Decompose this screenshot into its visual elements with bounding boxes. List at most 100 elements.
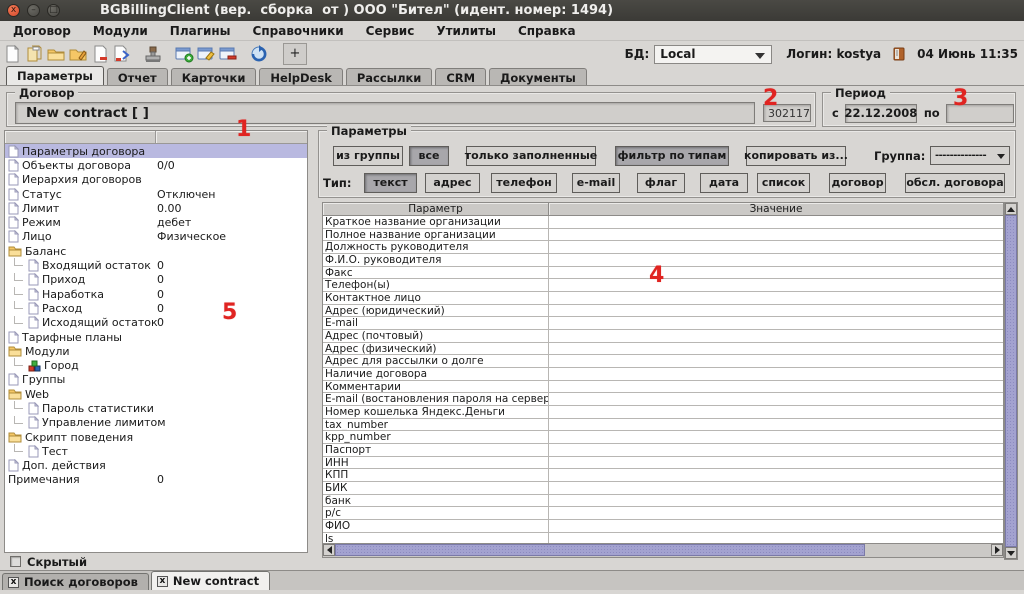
tree-header-col1[interactable] xyxy=(5,131,156,143)
type-button-текст[interactable]: текст xyxy=(364,173,417,193)
scroll-right-icon[interactable] xyxy=(991,544,1003,556)
tree-item-лицо[interactable]: ЛицоФизическое xyxy=(5,230,307,244)
table-row[interactable]: Должность руководителя xyxy=(323,241,1003,254)
contract-name-field[interactable]: New contract [ ] xyxy=(15,102,755,124)
type-button-адрес[interactable]: адрес xyxy=(425,173,480,193)
column-header-value[interactable]: Значение xyxy=(549,203,1003,215)
column-header-parameter[interactable]: Параметр xyxy=(323,203,549,215)
tab-карточки[interactable]: Карточки xyxy=(171,68,257,85)
tree-item-статус[interactable]: СтатусОтключен xyxy=(5,187,307,201)
horizontal-scroll-thumb[interactable] xyxy=(335,544,865,556)
type-button-договор[interactable]: договор xyxy=(829,173,886,193)
refresh-icon[interactable] xyxy=(249,44,269,64)
tree-item-тарифные-планы[interactable]: Тарифные планы xyxy=(5,330,307,344)
table-row[interactable]: банк xyxy=(323,495,1003,508)
tab-рассылки[interactable]: Рассылки xyxy=(346,68,433,85)
table-row[interactable]: р/с xyxy=(323,507,1003,520)
table-row[interactable]: БИК xyxy=(323,482,1003,495)
table-row[interactable]: tax_number xyxy=(323,419,1003,432)
edit-window-icon[interactable] xyxy=(196,44,216,64)
table-row[interactable]: Комментарии xyxy=(323,381,1003,394)
parameter-value-cell[interactable] xyxy=(549,216,1003,228)
scroll-left-icon[interactable] xyxy=(323,544,335,556)
table-row[interactable]: kpp_number xyxy=(323,431,1003,444)
parameter-value-cell[interactable] xyxy=(549,495,1003,507)
tree-item-наработка[interactable]: Наработка0 xyxy=(5,287,307,301)
type-button-обсл-договора[interactable]: обсл. договора xyxy=(905,173,1005,193)
table-row[interactable]: Контактное лицо xyxy=(323,292,1003,305)
menu-сервис[interactable]: Сервис xyxy=(355,24,426,38)
parameter-value-cell[interactable] xyxy=(549,520,1003,532)
menu-договор[interactable]: Договор xyxy=(2,24,82,38)
menu-справка[interactable]: Справка xyxy=(507,24,587,38)
parameter-value-cell[interactable] xyxy=(549,469,1003,481)
tree-item-лимит[interactable]: Лимит0.00 xyxy=(5,201,307,215)
bottom-tab-new-contract[interactable]: xNew contract xyxy=(151,571,270,590)
tab-параметры[interactable]: Параметры xyxy=(6,66,104,85)
scroll-down-icon[interactable] xyxy=(1005,547,1017,559)
tree-item-исходящий-остаток[interactable]: Исходящий остаток0 xyxy=(5,316,307,330)
open-folder-icon[interactable] xyxy=(46,44,66,64)
tree-item-приход[interactable]: Приход0 xyxy=(5,273,307,287)
parameter-value-cell[interactable] xyxy=(549,393,1003,405)
table-row[interactable]: КПП xyxy=(323,469,1003,482)
parameter-value-cell[interactable] xyxy=(549,254,1003,266)
vertical-scrollbar[interactable] xyxy=(1004,202,1018,560)
table-row[interactable]: Адрес для рассылки о долге xyxy=(323,355,1003,368)
table-row[interactable]: Адрес (почтовый) xyxy=(323,330,1003,343)
close-tab-icon[interactable]: x xyxy=(157,576,168,587)
tree-item-баланс[interactable]: Баланс xyxy=(5,244,307,258)
parameter-value-cell[interactable] xyxy=(549,444,1003,456)
paste-document-icon[interactable] xyxy=(112,44,132,64)
parameter-value-cell[interactable] xyxy=(549,305,1003,317)
menu-плагины[interactable]: Плагины xyxy=(159,24,242,38)
tree-item-доп-действия[interactable]: Доп. действия xyxy=(5,459,307,473)
parameter-value-cell[interactable] xyxy=(549,292,1003,304)
table-row[interactable]: Адрес (физический) xyxy=(323,343,1003,356)
tree-header-col2[interactable] xyxy=(156,131,307,143)
menu-справочники[interactable]: Справочники xyxy=(242,24,355,38)
tab-helpdesk[interactable]: HelpDesk xyxy=(259,68,342,85)
parameter-value-cell[interactable] xyxy=(549,419,1003,431)
parameter-value-cell[interactable] xyxy=(549,507,1003,519)
parameter-value-cell[interactable] xyxy=(549,330,1003,342)
table-row[interactable]: Паспорт xyxy=(323,444,1003,457)
period-from-field[interactable]: 22.12.2008 xyxy=(845,104,917,123)
remove-document-icon[interactable] xyxy=(90,44,110,64)
close-tab-icon[interactable]: x xyxy=(8,577,19,588)
parameter-value-cell[interactable] xyxy=(549,368,1003,380)
scroll-up-icon[interactable] xyxy=(1005,203,1017,215)
close-window-icon[interactable]: x xyxy=(7,4,20,17)
parameter-value-cell[interactable] xyxy=(549,406,1003,418)
tree-item-группы[interactable]: Группы xyxy=(5,373,307,387)
edit-folder-icon[interactable] xyxy=(68,44,88,64)
bottom-tab-поиск-договоров[interactable]: xПоиск договоров xyxy=(2,573,149,590)
minimize-window-icon[interactable]: – xyxy=(27,4,40,17)
tree-item-web[interactable]: Web xyxy=(5,387,307,401)
tab-crm[interactable]: CRM xyxy=(435,68,486,85)
add-window-icon[interactable] xyxy=(174,44,194,64)
tree-item-пароль-статистики[interactable]: Пароль статистики xyxy=(5,401,307,415)
tree-item-управление-лимитом[interactable]: Управление лимитом xyxy=(5,416,307,430)
parameter-value-cell[interactable] xyxy=(549,457,1003,469)
tree-item-режим[interactable]: Режимдебет xyxy=(5,215,307,229)
parameter-value-cell[interactable] xyxy=(549,229,1003,241)
table-row[interactable]: E-mail (востановления пароля на сервер с… xyxy=(323,393,1003,406)
menu-утилиты[interactable]: Утилиты xyxy=(425,24,507,38)
tree-item-город[interactable]: Город xyxy=(5,358,307,372)
group-select[interactable]: -------------- xyxy=(930,146,1010,165)
filter-button-фильтр-по-типам[interactable]: фильтр по типам xyxy=(615,146,729,166)
table-row[interactable]: Наличие договора xyxy=(323,368,1003,381)
hidden-checkbox[interactable] xyxy=(10,556,21,567)
tree-item-иерархия-договоров[interactable]: Иерархия договоров xyxy=(5,173,307,187)
remove-window-icon[interactable] xyxy=(218,44,238,64)
table-row[interactable]: Краткое название организации xyxy=(323,216,1003,229)
table-row[interactable]: ИНН xyxy=(323,457,1003,470)
tree-item-тест[interactable]: Тест xyxy=(5,444,307,458)
table-row[interactable]: ФИО xyxy=(323,520,1003,533)
filter-button-только-заполненные[interactable]: только заполненные xyxy=(466,146,596,166)
db-select[interactable]: Local xyxy=(654,45,772,64)
parameter-value-cell[interactable] xyxy=(549,279,1003,291)
log-book-icon[interactable] xyxy=(891,46,907,62)
table-row[interactable]: Полное название организации xyxy=(323,229,1003,242)
